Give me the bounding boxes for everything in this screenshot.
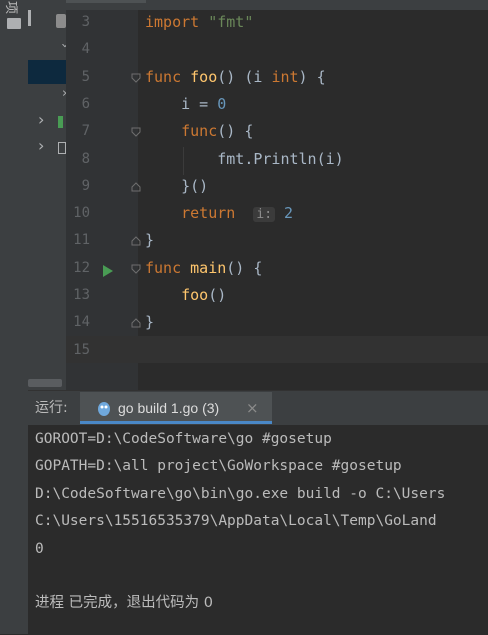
file-icon bbox=[56, 14, 66, 28]
line-number: 9 bbox=[81, 177, 90, 194]
line-number: 15 bbox=[73, 341, 90, 358]
code-token: return bbox=[181, 204, 236, 223]
code-token: () { bbox=[217, 122, 254, 141]
line-number: 10 bbox=[73, 205, 90, 222]
console-line: GOROOT=D:\CodeSoftware\go #gosetup bbox=[35, 431, 332, 447]
code-token: i = bbox=[145, 94, 218, 113]
code-line[interactable]: } bbox=[145, 227, 154, 254]
code-token: () (i bbox=[217, 67, 272, 86]
code-token: () bbox=[208, 286, 227, 304]
code-token: "fmt" bbox=[208, 13, 254, 31]
selected-tree-row[interactable] bbox=[28, 60, 66, 84]
line-number: 3 bbox=[81, 14, 90, 30]
library-icon bbox=[58, 116, 63, 128]
code-line[interactable]: func foo() (i int) { bbox=[145, 64, 326, 91]
code-line[interactable]: func() { bbox=[145, 118, 253, 145]
fold-marker-icon[interactable] bbox=[131, 127, 141, 137]
close-tab-icon[interactable]: × bbox=[246, 392, 259, 424]
inlay-hint: i: bbox=[253, 207, 276, 223]
indent-guide bbox=[183, 147, 184, 175]
code-line[interactable]: return i: 2 bbox=[145, 200, 293, 228]
code-token: import bbox=[145, 13, 209, 31]
inlay-hint-name: i: bbox=[256, 207, 273, 223]
code-token: main bbox=[190, 258, 227, 277]
line-number: 8 bbox=[81, 150, 90, 167]
code-token: }() bbox=[145, 176, 209, 195]
chevron-right-icon[interactable]: › bbox=[38, 136, 44, 155]
chevron-right-icon[interactable]: › bbox=[38, 110, 44, 129]
console-line: 0 bbox=[35, 540, 44, 557]
caret-row-highlight bbox=[66, 336, 488, 363]
code-token: } bbox=[145, 231, 155, 250]
run-tab-title[interactable]: go build 1.go (3) bbox=[118, 392, 219, 424]
line-number: 4 bbox=[81, 41, 90, 58]
horizontal-scrollbar[interactable] bbox=[28, 379, 62, 387]
scratches-icon bbox=[58, 142, 66, 154]
code-line[interactable]: foo() bbox=[145, 282, 226, 309]
fold-marker-icon[interactable] bbox=[131, 264, 141, 274]
code-token: () { bbox=[226, 258, 263, 277]
fold-marker-icon[interactable] bbox=[131, 318, 141, 328]
code-line[interactable]: fmt.Println(i) bbox=[145, 146, 344, 173]
line-number: 13 bbox=[73, 287, 90, 303]
console-line: 进程 已完成，退出代码为 0 bbox=[35, 595, 213, 612]
code-token: func bbox=[181, 122, 218, 141]
tool-window-strip: 项 bbox=[0, 0, 29, 634]
code-token: ) { bbox=[298, 67, 326, 86]
code-token: 0 bbox=[217, 94, 227, 113]
panel-edge bbox=[28, 10, 31, 26]
code-line[interactable]: } bbox=[145, 309, 154, 336]
console-line: GOPATH=D:\all project\GoWorkspace #goset… bbox=[35, 458, 402, 475]
line-number: 7 bbox=[81, 123, 90, 140]
code-token: (i) bbox=[316, 149, 344, 168]
code-token: } bbox=[145, 313, 155, 332]
line-number: 12 bbox=[73, 259, 90, 276]
code-line[interactable]: }() bbox=[145, 173, 208, 200]
console-line: C:\Users\15516535379\AppData\Local\Temp\… bbox=[35, 513, 437, 530]
inlay-hint-value: 2 bbox=[275, 204, 294, 223]
line-number: 5 bbox=[81, 68, 90, 85]
run-label: 运行: bbox=[35, 400, 68, 416]
code-token: foo bbox=[181, 286, 209, 304]
console-line: D:\CodeSoftware\go\bin\go.exe build -o C… bbox=[35, 485, 446, 502]
code-token: int bbox=[271, 67, 299, 86]
fold-marker-icon[interactable] bbox=[131, 182, 141, 192]
line-number: 14 bbox=[73, 314, 90, 331]
line-number: 6 bbox=[81, 95, 90, 112]
code-line[interactable]: import "fmt" bbox=[145, 9, 253, 36]
go-gopher-icon bbox=[98, 402, 110, 416]
fold-marker-icon[interactable] bbox=[131, 73, 141, 83]
code-token: func bbox=[145, 67, 191, 86]
code-line[interactable]: i = 0 bbox=[145, 91, 226, 118]
run-gutter-icon[interactable] bbox=[102, 264, 114, 278]
fold-marker-icon[interactable] bbox=[131, 236, 141, 246]
project-panel: › › › › bbox=[28, 0, 72, 390]
code-line[interactable]: func main() { bbox=[145, 255, 262, 282]
folder-icon[interactable] bbox=[7, 18, 21, 29]
code-token: func bbox=[145, 258, 191, 277]
line-number: 11 bbox=[73, 232, 90, 249]
code-token: fmt.Println bbox=[217, 149, 317, 168]
project-tool-label[interactable]: 项 bbox=[3, 1, 22, 14]
active-editor-tab[interactable] bbox=[66, 0, 146, 3]
code-token: foo bbox=[190, 67, 218, 86]
